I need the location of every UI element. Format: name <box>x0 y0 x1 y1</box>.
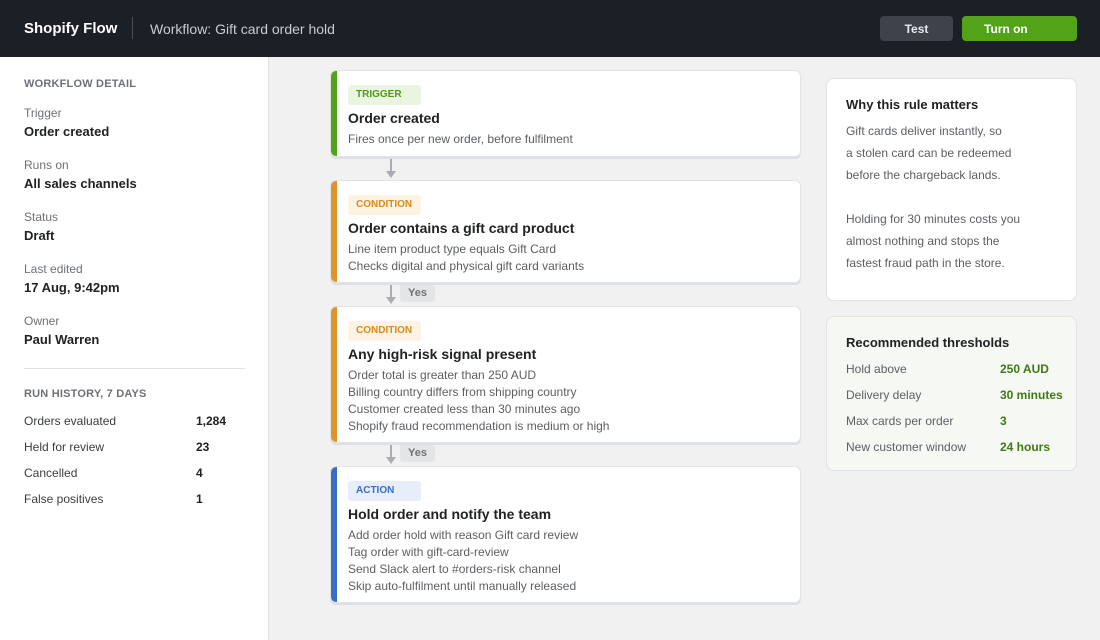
breadcrumb: Workflow: Gift card order hold <box>150 21 335 37</box>
step-card-condition-gift-card[interactable]: CONDITION Order contains a gift card pro… <box>330 180 801 283</box>
step-card-action-hold[interactable]: ACTION Hold order and notify the team Ad… <box>330 466 801 603</box>
connector-yes-label: Yes <box>400 444 435 462</box>
threshold-value-max-cards: 3 <box>1000 414 1007 428</box>
threshold-value-hold-above: 250 AUD <box>1000 362 1049 376</box>
step-color-bar <box>331 467 337 602</box>
history-label-cancelled: Cancelled <box>24 466 78 480</box>
connector-arrow-icon <box>386 297 396 304</box>
panel-text-line: Holding for 30 minutes costs you <box>846 212 1021 226</box>
history-value-false-positives: 1 <box>196 492 203 506</box>
detail-label-last-edited: Last edited <box>24 262 83 276</box>
step-color-bar <box>331 71 337 156</box>
step-description: Send Slack alert to #orders-risk channel <box>348 562 561 576</box>
threshold-value-new-customer-window: 24 hours <box>1000 440 1051 454</box>
panel-text-line: almost nothing and stops the <box>846 234 1000 248</box>
step-description: Tag order with gift-card-review <box>348 545 509 559</box>
connector-line <box>390 157 392 171</box>
panel-text-line: before the chargeback lands. <box>846 168 1001 182</box>
app-brand[interactable]: Shopify Flow <box>24 20 117 37</box>
connector-line <box>390 283 392 297</box>
detail-label-status: Status <box>24 210 59 224</box>
turn-on-button[interactable]: Turn on <box>962 16 1077 41</box>
threshold-label-max-cards: Max cards per order <box>846 414 954 428</box>
panel-title: Recommended thresholds <box>846 335 1010 350</box>
sidebar-divider <box>24 368 245 369</box>
step-type-badge: CONDITION <box>348 321 421 341</box>
detail-label-runs-on: Runs on <box>24 158 69 172</box>
history-value-held-for-review: 23 <box>196 440 210 454</box>
run-history-heading: RUN HISTORY, 7 DAYS <box>24 388 147 400</box>
history-label-orders-evaluated: Orders evaluated <box>24 414 117 428</box>
step-description: Fires once per new order, before fulfilm… <box>348 132 573 146</box>
why-rule-matters-panel: Why this rule matters Gift cards deliver… <box>826 78 1077 301</box>
threshold-label-delivery-delay: Delivery delay <box>846 388 922 402</box>
recommended-thresholds-panel: Recommended thresholds Hold above 250 AU… <box>826 316 1077 471</box>
step-description: Billing country differs from shipping co… <box>348 385 577 399</box>
step-description: Shopify fraud recommendation is medium o… <box>348 419 610 433</box>
threshold-value-delivery-delay: 30 minutes <box>1000 388 1063 402</box>
detail-value-runs-on: All sales channels <box>24 176 137 191</box>
step-type-badge: ACTION <box>348 481 421 501</box>
detail-value-last-edited: 17 Aug, 9:42pm <box>24 280 120 295</box>
step-type-badge: CONDITION <box>348 195 421 215</box>
step-card-condition-high-risk[interactable]: CONDITION Any high-risk signal present O… <box>330 306 801 443</box>
panel-text-line: fastest fraud path in the store. <box>846 256 1005 270</box>
panel-text-line: a stolen card can be redeemed <box>846 146 1012 160</box>
step-color-bar <box>331 181 337 282</box>
history-label-false-positives: False positives <box>24 492 104 506</box>
top-bar: Shopify Flow Workflow: Gift card order h… <box>0 0 1100 57</box>
detail-label-owner: Owner <box>24 314 60 328</box>
workflow-detail-heading: WORKFLOW DETAIL <box>24 78 137 90</box>
panel-text-line: Gift cards deliver instantly, so <box>846 124 1002 138</box>
step-type-badge: TRIGGER <box>348 85 421 105</box>
connector-arrow-icon <box>386 171 396 178</box>
step-description: Customer created less than 30 minutes ag… <box>348 402 581 416</box>
step-title: Order contains a gift card product <box>348 220 575 236</box>
threshold-label-hold-above: Hold above <box>846 362 907 376</box>
step-description: Skip auto-fulfilment until manually rele… <box>348 579 577 593</box>
panel-title: Why this rule matters <box>846 97 979 112</box>
step-description: Checks digital and physical gift card va… <box>348 259 585 273</box>
detail-value-trigger: Order created <box>24 124 110 139</box>
step-description: Order total is greater than 250 AUD <box>348 368 537 382</box>
step-description: Line item product type equals Gift Card <box>348 242 557 256</box>
detail-label-trigger: Trigger <box>24 106 62 120</box>
connector-line <box>390 443 392 457</box>
detail-value-status: Draft <box>24 228 55 243</box>
history-label-held-for-review: Held for review <box>24 440 105 454</box>
step-description: Add order hold with reason Gift card rev… <box>348 528 579 542</box>
step-color-bar <box>331 307 337 442</box>
connector-arrow-icon <box>386 457 396 464</box>
step-title: Order created <box>348 110 440 126</box>
topbar-divider <box>132 17 133 39</box>
step-title: Any high-risk signal present <box>348 346 537 362</box>
test-button[interactable]: Test <box>880 16 953 41</box>
step-card-trigger[interactable]: TRIGGER Order created Fires once per new… <box>330 70 801 157</box>
history-value-cancelled: 4 <box>196 466 203 480</box>
threshold-label-new-customer-window: New customer window <box>846 440 967 454</box>
connector-yes-label: Yes <box>400 284 435 302</box>
workflow-sidebar: WORKFLOW DETAIL Trigger Order created Ru… <box>0 57 269 640</box>
step-title: Hold order and notify the team <box>348 506 552 522</box>
detail-value-owner: Paul Warren <box>24 332 100 347</box>
history-value-orders-evaluated: 1,284 <box>196 414 227 428</box>
